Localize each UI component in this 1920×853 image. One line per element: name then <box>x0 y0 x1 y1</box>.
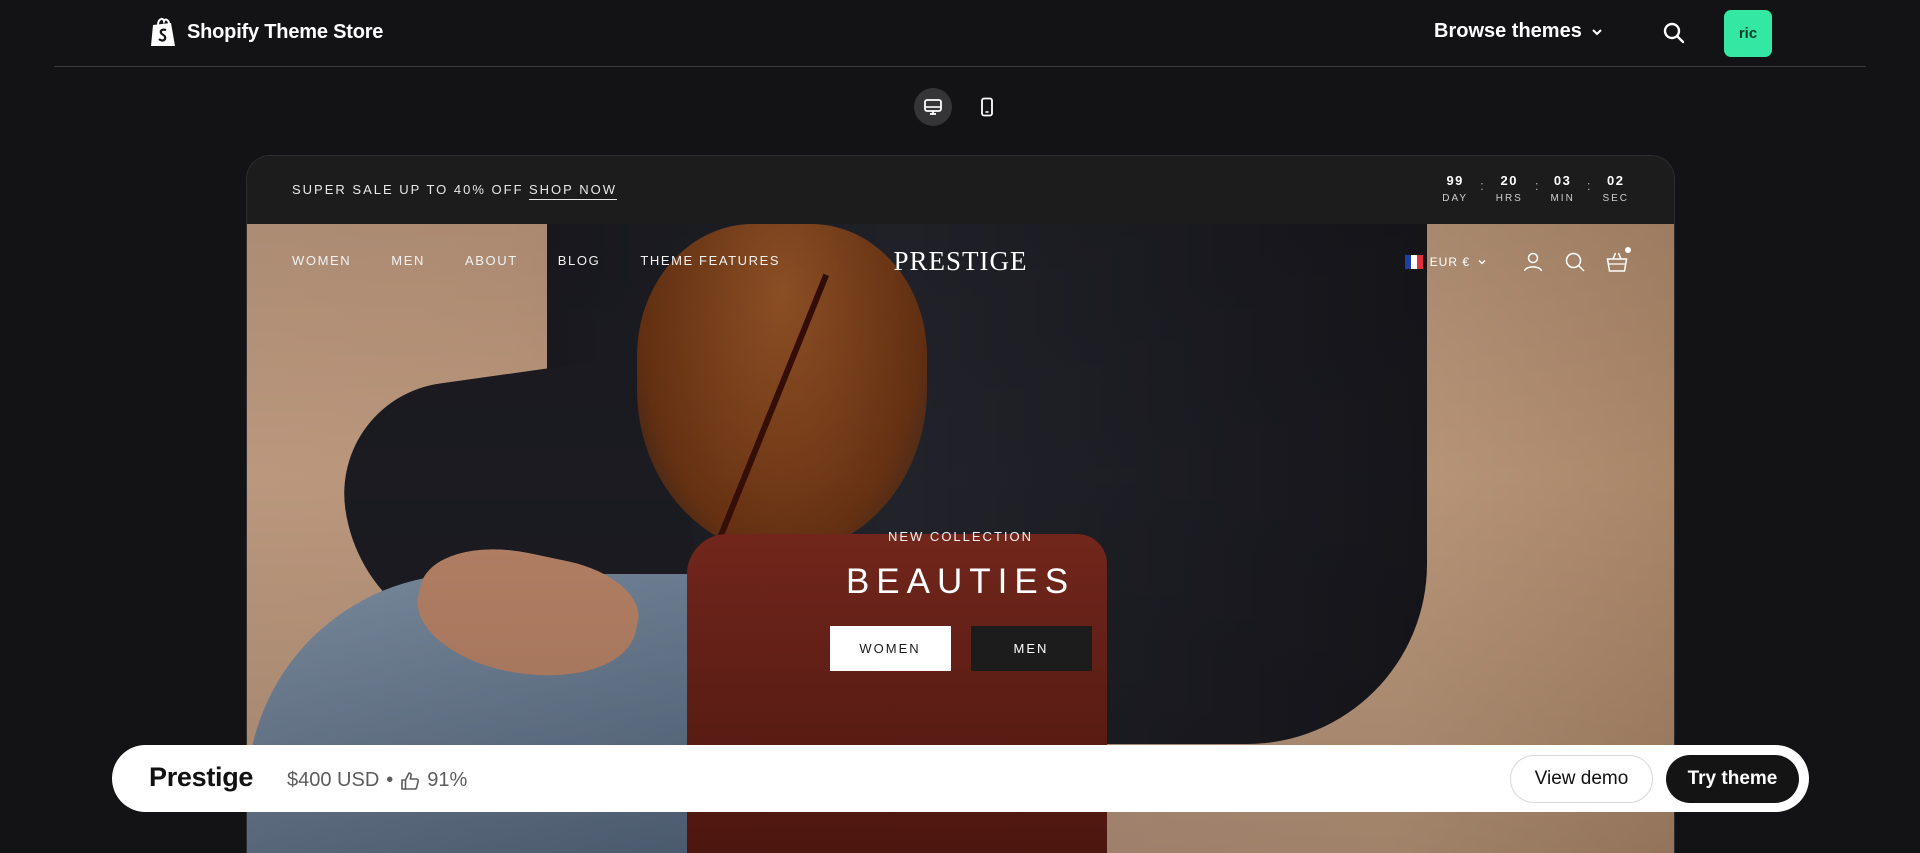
mobile-icon <box>981 97 993 117</box>
france-flag-icon <box>1404 255 1423 269</box>
hero-headline: BEAUTIES <box>845 562 1076 601</box>
countdown-label: DAY <box>1442 193 1469 204</box>
hero-buttons: WOMEN MEN <box>247 626 1674 671</box>
store-header: Shopify Theme Store Browse themes ric <box>54 0 1866 67</box>
shop-now-link[interactable]: SHOP NOW <box>529 182 617 200</box>
announcement-text: SUPER SALE UP TO 40% OFF <box>292 182 524 197</box>
countdown-value: 20 <box>1500 173 1519 188</box>
hero-eyebrow: NEW COLLECTION <box>887 529 1033 544</box>
countdown-separator: : <box>1534 178 1539 193</box>
desktop-icon <box>924 99 942 115</box>
device-toggle <box>914 88 1006 126</box>
shop-men-button[interactable]: MEN <box>970 626 1092 671</box>
cart-icon <box>1606 252 1628 272</box>
chevron-down-icon <box>1592 28 1602 35</box>
cart-button[interactable] <box>1605 247 1631 274</box>
cart-count-dot <box>1625 247 1631 253</box>
account-icon[interactable] <box>1521 250 1545 274</box>
theme-rating: 91% <box>427 769 468 791</box>
store-title: Shopify Theme Store <box>187 20 384 43</box>
currency-selector[interactable]: EUR € <box>1404 255 1487 269</box>
countdown-label: HRS <box>1495 193 1523 204</box>
countdown-value: 02 <box>1606 173 1625 188</box>
countdown-value: 03 <box>1553 173 1572 188</box>
shopify-bag-icon <box>151 17 175 46</box>
countdown-value: 99 <box>1446 173 1464 188</box>
theme-price: $400 USD <box>287 769 380 791</box>
hero-copy: NEW COLLECTION BEAUTIES WOMEN MEN <box>247 529 1674 671</box>
store-logo[interactable]: Shopify Theme Store <box>149 16 383 48</box>
shop-women-button[interactable]: WOMEN <box>829 626 951 671</box>
mobile-view-button[interactable] <box>968 88 1006 126</box>
view-demo-button[interactable]: View demo <box>1510 755 1653 803</box>
chevron-down-icon <box>1478 260 1486 265</box>
search-icon[interactable] <box>1563 250 1587 274</box>
currency-label: EUR € <box>1429 255 1470 269</box>
meta-separator: • <box>386 769 394 791</box>
desktop-view-button[interactable] <box>914 88 952 126</box>
preview-header-actions: EUR € <box>1404 247 1631 274</box>
countdown-minutes: 03 MIN <box>1550 173 1574 204</box>
countdown-label: MIN <box>1550 193 1575 204</box>
countdown-days: 99 DAY <box>1442 173 1468 204</box>
countdown-hours: 20 HRS <box>1496 173 1523 204</box>
countdown-separator: : <box>1586 178 1591 193</box>
announcement-bar: SUPER SALE UP TO 40% OFF SHOP NOW 99 DAY… <box>247 156 1674 224</box>
countdown-separator: : <box>1480 178 1484 193</box>
countdown-seconds: 02 SEC <box>1602 173 1629 204</box>
theme-info-bar: Prestige $400 USD • 91% View demo Try th… <box>112 745 1809 812</box>
theme-meta: $400 USD • 91% <box>287 769 467 792</box>
search-icon[interactable] <box>1662 21 1686 45</box>
browse-themes-label: Browse themes <box>1434 20 1582 42</box>
user-avatar[interactable]: ric <box>1724 10 1772 57</box>
countdown-label: SEC <box>1602 193 1629 204</box>
theme-name: Prestige <box>149 762 254 792</box>
browse-themes-button[interactable]: Browse themes <box>1434 20 1604 43</box>
countdown-timer: 99 DAY : 20 HRS : 03 MIN : 02 SEC <box>1442 173 1629 204</box>
try-theme-button[interactable]: Try theme <box>1666 755 1799 803</box>
thumbs-up-icon <box>401 771 420 790</box>
